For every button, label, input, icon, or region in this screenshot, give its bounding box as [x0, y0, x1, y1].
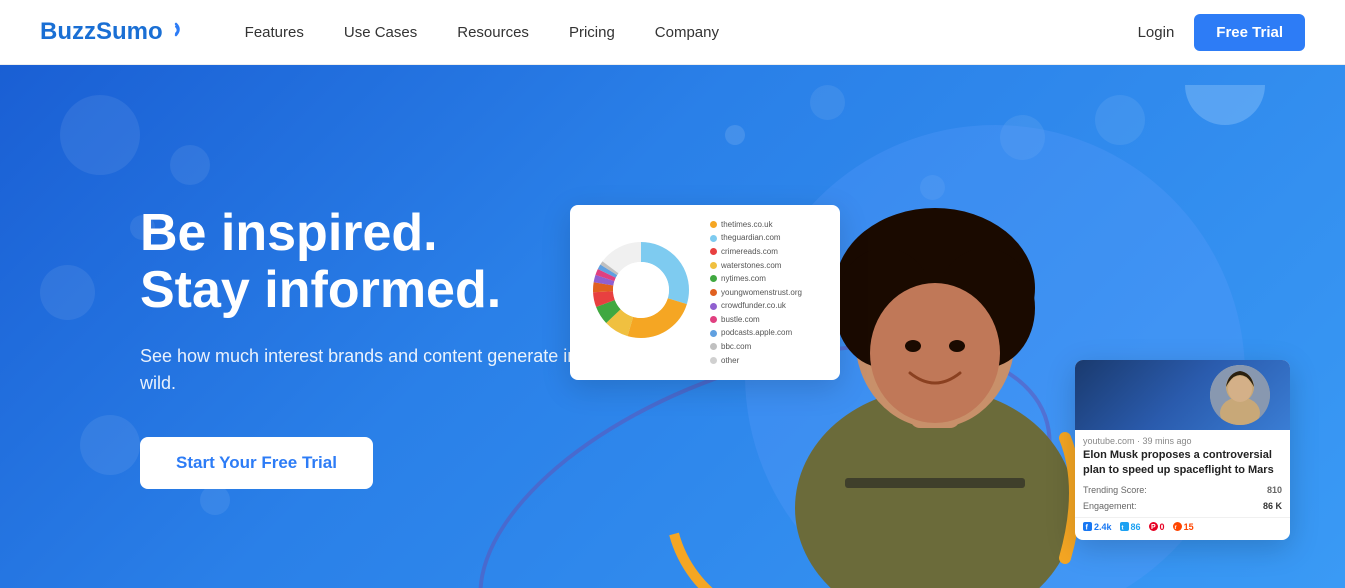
- nav-use-cases[interactable]: Use Cases: [344, 24, 417, 41]
- social-counts: f 2.4k t 86 P 0 r 15: [1075, 517, 1290, 540]
- deco-circle-6: [200, 485, 230, 515]
- half-circle-tr: [1185, 85, 1265, 125]
- twitter-count: t 86: [1120, 522, 1141, 532]
- legend-item-10: other: [710, 354, 802, 368]
- trending-title: Elon Musk proposes a controversial plan …: [1075, 448, 1290, 485]
- engagement-stats: Engagement: 86 K: [1075, 501, 1290, 517]
- hero-section: Be inspired. Stay informed. See how much…: [0, 65, 1345, 588]
- svg-text:P: P: [1151, 524, 1156, 531]
- hero-content: Be inspired. Stay informed. See how much…: [140, 205, 620, 489]
- trending-stats: Trending Score: 810: [1075, 485, 1290, 501]
- deco-circle-1: [60, 95, 140, 175]
- login-button[interactable]: Login: [1138, 24, 1175, 41]
- engagement-value: 86 K: [1263, 501, 1282, 511]
- donut-chart: [586, 235, 696, 350]
- legend-item-6: crowdfunder.co.uk: [710, 299, 802, 313]
- nav-features[interactable]: Features: [245, 24, 304, 41]
- chart-card: thetimes.co.uk theguardian.com crimeread…: [570, 205, 840, 380]
- nav-pricing[interactable]: Pricing: [569, 24, 615, 41]
- facebook-count: f 2.4k: [1083, 522, 1112, 532]
- legend-item-9: bbc.com: [710, 340, 802, 354]
- trending-avatar: [1210, 365, 1270, 425]
- logo-text: BuzzSumo: [40, 18, 163, 46]
- legend-item-8: podcasts.apple.com: [710, 326, 802, 340]
- legend-item-2: crimereads.com: [710, 245, 802, 259]
- deco-circle-3: [40, 265, 95, 320]
- svg-text:t: t: [1121, 526, 1123, 532]
- signal-icon: [167, 18, 185, 46]
- hero-cta-button[interactable]: Start Your Free Trial: [140, 437, 373, 489]
- deco-circle-5: [80, 415, 140, 475]
- legend-item-5: youngwomenstrust.org: [710, 286, 802, 300]
- trending-source: youtube.com · 39 mins ago: [1075, 430, 1290, 448]
- deco-circle-2: [170, 145, 210, 185]
- trending-score-value: 810: [1267, 485, 1282, 495]
- chart-legend: thetimes.co.uk theguardian.com crimeread…: [710, 218, 802, 368]
- free-trial-nav-button[interactable]: Free Trial: [1194, 14, 1305, 51]
- legend-item-1: theguardian.com: [710, 231, 802, 245]
- trending-card: youtube.com · 39 mins ago Elon Musk prop…: [1075, 360, 1290, 540]
- trending-score-label: Trending Score:: [1083, 485, 1147, 495]
- trending-thumbnail: [1075, 360, 1290, 430]
- hero-heading: Be inspired. Stay informed.: [140, 205, 620, 319]
- deco-circle-10: [725, 125, 745, 145]
- nav-links: Features Use Cases Resources Pricing Com…: [245, 24, 1138, 41]
- legend-item-7: bustle.com: [710, 313, 802, 327]
- logo[interactable]: BuzzSumo: [40, 18, 185, 46]
- navbar: BuzzSumo Features Use Cases Resources Pr…: [0, 0, 1345, 65]
- nav-resources[interactable]: Resources: [457, 24, 529, 41]
- legend-item-0: thetimes.co.uk: [710, 218, 802, 232]
- hero-heading-line2: Stay informed.: [140, 261, 501, 319]
- nav-company[interactable]: Company: [655, 24, 719, 41]
- engagement-label: Engagement:: [1083, 501, 1137, 511]
- hero-heading-line1: Be inspired.: [140, 204, 438, 262]
- hero-subtext: See how much interest brands and content…: [140, 343, 620, 397]
- legend-item-4: nytimes.com: [710, 272, 802, 286]
- legend-item-3: waterstones.com: [710, 259, 802, 273]
- pinterest-count: P 0: [1149, 522, 1165, 532]
- reddit-count: r 15: [1173, 522, 1194, 532]
- nav-actions: Login Free Trial: [1138, 14, 1305, 51]
